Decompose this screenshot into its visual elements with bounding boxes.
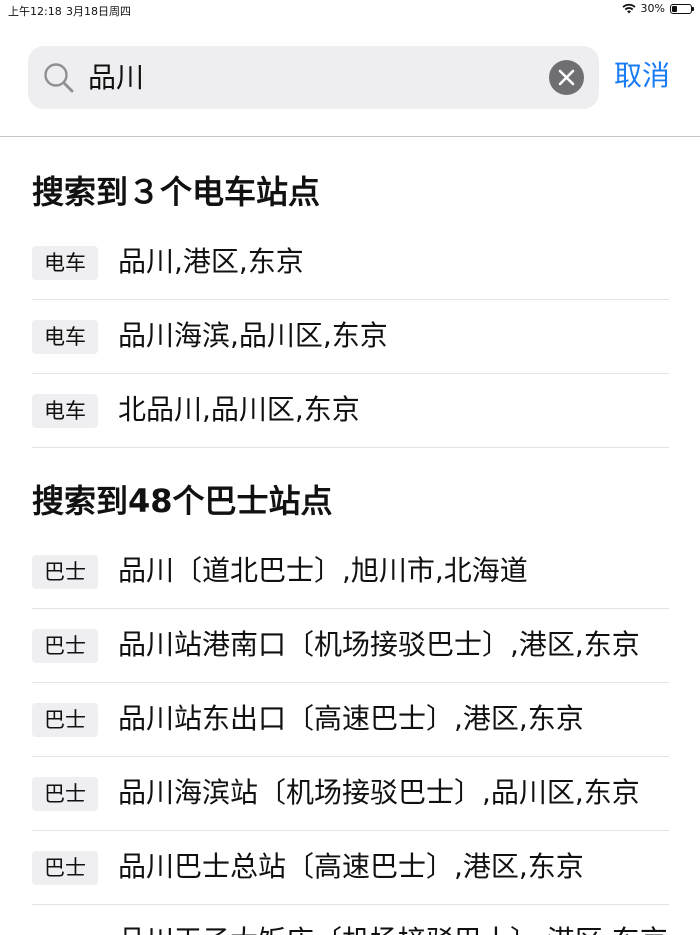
status-bar: 上午12:18 3月18日周四 30% (0, 0, 700, 20)
bus-badge: 巴士 (32, 777, 98, 811)
bus-stop-label: 品川王子大饭店〔机场接驳巴士〕,港区,东京 (118, 921, 668, 935)
search-bar[interactable]: 品川 (28, 46, 599, 109)
train-stop-label: 品川海滨,品川区,东京 (118, 319, 388, 352)
train-badge: 电车 (32, 246, 98, 280)
bus-stop-label: 品川站港南口〔机场接驳巴士〕,港区,东京 (118, 628, 640, 661)
bus-stop-label: 品川站东出口〔高速巴士〕,港区,东京 (118, 702, 584, 735)
status-time: 上午12:18 (8, 5, 62, 18)
battery-percent: 30% (640, 2, 665, 15)
status-right: 30% (621, 2, 694, 15)
train-stop-row[interactable]: 电车 北品川,品川区,东京 (32, 374, 669, 448)
bus-badge: 巴士 (32, 555, 98, 589)
bus-stop-row[interactable]: 巴士 品川〔道北巴士〕,旭川市,北海道 (32, 535, 669, 609)
bus-stop-label: 品川〔道北巴士〕,旭川市,北海道 (118, 554, 528, 587)
search-input[interactable]: 品川 (88, 56, 144, 99)
close-icon (558, 69, 575, 86)
cancel-button[interactable]: 取消 (614, 56, 670, 96)
train-badge: 电车 (32, 320, 98, 354)
wifi-icon (621, 3, 636, 14)
battery-icon (670, 3, 694, 14)
row-divider (32, 447, 669, 448)
bus-stop-row[interactable]: 品川王子大饭店〔机场接驳巴士〕,港区,东京 (32, 905, 669, 935)
train-stop-label: 品川,港区,东京 (118, 245, 304, 278)
train-stop-row[interactable]: 电车 品川海滨,品川区,东京 (32, 300, 669, 374)
bus-stop-row[interactable]: 巴士 品川海滨站〔机场接驳巴士〕,品川区,东京 (32, 757, 669, 831)
status-date: 3月18日周四 (66, 5, 131, 18)
bus-section-title: 搜索到48个巴士站点 (32, 482, 333, 520)
bus-badge: 巴士 (32, 851, 98, 885)
header-divider (0, 136, 700, 137)
search-icon (44, 63, 74, 93)
bus-stop-row[interactable]: 巴士 品川巴士总站〔高速巴士〕,港区,东京 (32, 831, 669, 905)
bus-stop-label: 品川海滨站〔机场接驳巴士〕,品川区,东京 (118, 776, 640, 809)
train-stop-label: 北品川,品川区,东京 (118, 393, 360, 426)
clear-search-button[interactable] (549, 60, 584, 95)
train-badge: 电车 (32, 394, 98, 428)
battery-level (672, 5, 677, 12)
bus-badge: 巴士 (32, 703, 98, 737)
bus-stop-row[interactable]: 巴士 品川站东出口〔高速巴士〕,港区,东京 (32, 683, 669, 757)
bus-stop-row[interactable]: 巴士 品川站港南口〔机场接驳巴士〕,港区,东京 (32, 609, 669, 683)
train-section-title: 搜索到３个电车站点 (32, 173, 321, 211)
bus-badge: 巴士 (32, 629, 98, 663)
train-stop-row[interactable]: 电车 品川,港区,东京 (32, 226, 669, 300)
bus-stop-label: 品川巴士总站〔高速巴士〕,港区,东京 (118, 850, 584, 883)
